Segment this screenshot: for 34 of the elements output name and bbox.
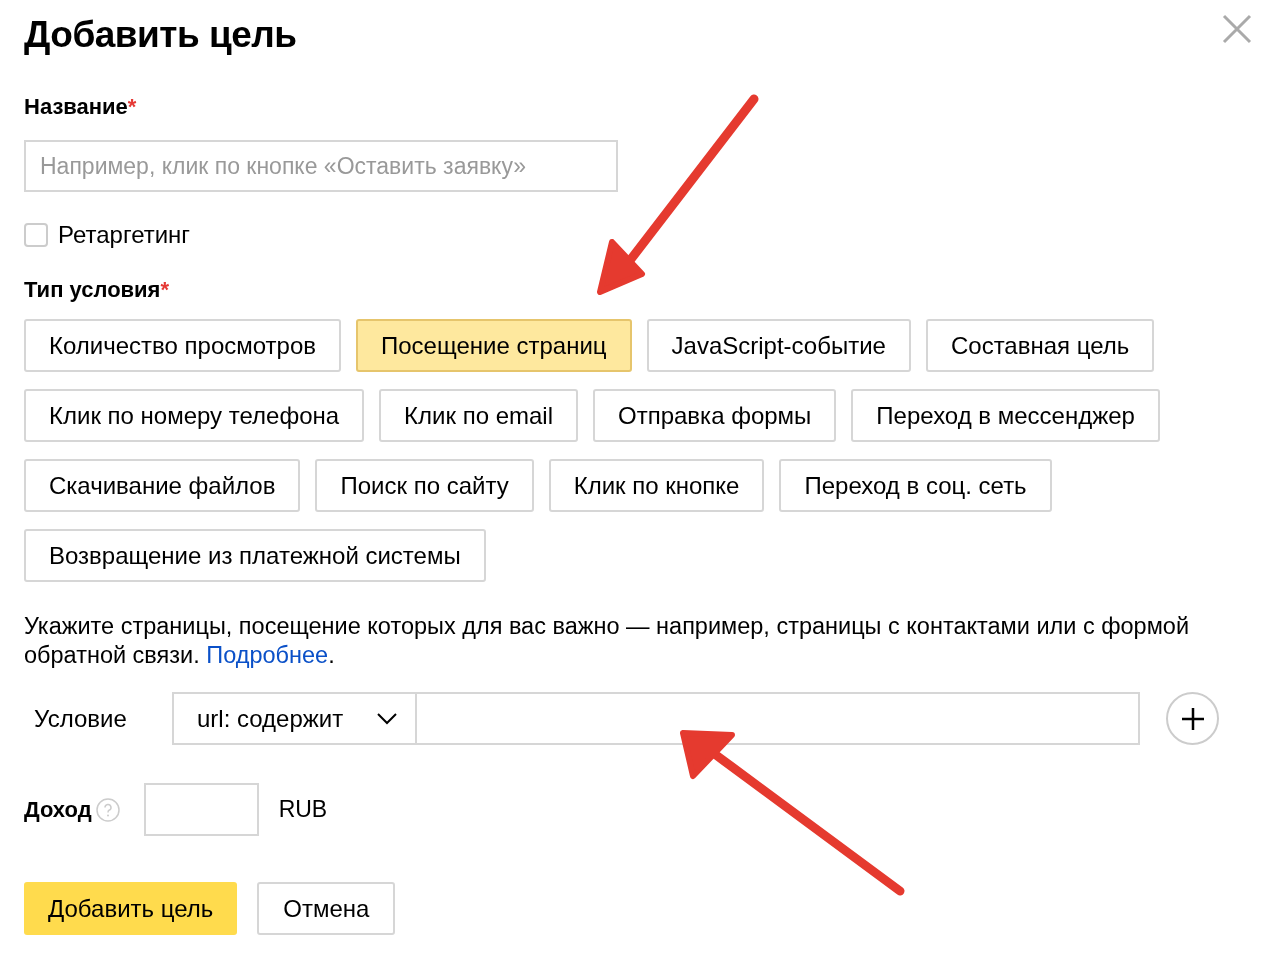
input-field[interactable]: [417, 692, 1140, 745]
submit-button[interactable]: Добавить цель: [24, 882, 238, 935]
close-button[interactable]: [1222, 14, 1252, 44]
checkbox[interactable]: [24, 223, 48, 247]
condition-type-option[interactable]: Посещение страниц: [356, 319, 632, 372]
condition-type-option[interactable]: Отправка формы: [593, 389, 837, 442]
income-label: Доход: [24, 796, 92, 823]
condition-type-option[interactable]: Скачивание файлов: [24, 459, 301, 512]
help-icon[interactable]: [95, 797, 120, 822]
condition-select[interactable]: url: содержит: [172, 692, 417, 745]
more-link[interactable]: Подробнее: [206, 642, 329, 668]
condition-type-option[interactable]: Клик по email: [379, 389, 578, 442]
dialog-title: Добавить цель: [24, 14, 297, 56]
condition-type-option[interactable]: Поиск по сайту: [315, 459, 534, 512]
condition-type-option[interactable]: JavaScript-событие: [646, 319, 911, 372]
condition-type-option[interactable]: Составная цель: [925, 319, 1155, 372]
plus-icon: [1180, 706, 1205, 731]
input-field[interactable]: [143, 783, 259, 836]
input-field[interactable]: Например, клик по кнопке «Оставить заявку»: [24, 140, 618, 192]
field-label: Тип условия*: [24, 277, 171, 303]
condition-type-option[interactable]: Переход в соц. сеть: [779, 459, 1052, 512]
condition-type-option[interactable]: Клик по кнопке: [548, 459, 765, 512]
condition-label: Условие: [33, 704, 128, 733]
field-label: Название*: [24, 94, 138, 120]
chevron-down-icon: [377, 712, 397, 725]
retargeting-checkbox[interactable]: Ретаргетинг: [24, 221, 191, 249]
cancel-button[interactable]: Отмена: [257, 882, 396, 935]
condition-type-option[interactable]: Переход в мессенджер: [851, 389, 1160, 442]
description-text: Укажите страницы, посещение которых для вас важно — например, страницы с контактами или с формой обратной связи. Подробнее.: [24, 612, 1190, 670]
condition-type-option[interactable]: Клик по номеру телефона: [24, 389, 365, 442]
currency-label: RUB: [278, 796, 328, 823]
condition-type-option[interactable]: Количество просмотров: [24, 319, 341, 372]
condition-type-option[interactable]: Возвращение из платежной системы: [24, 529, 486, 582]
add-button[interactable]: [1166, 692, 1219, 745]
